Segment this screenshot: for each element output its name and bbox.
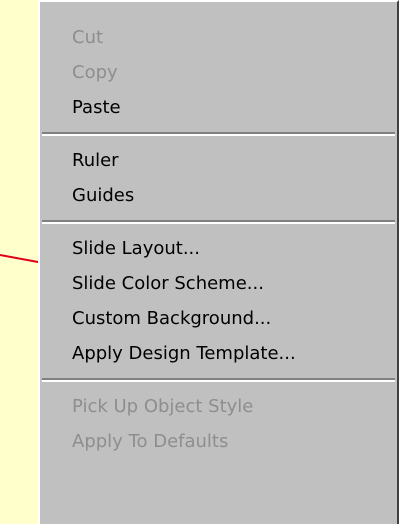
menu-item-slide-layout[interactable]: Slide Layout... (40, 231, 397, 266)
menu-separator (42, 220, 395, 224)
menu-item-cut[interactable]: Cut (40, 20, 397, 55)
menu-separator (42, 132, 395, 136)
menu-item-slide-color-scheme[interactable]: Slide Color Scheme... (40, 266, 397, 301)
menu-item-paste[interactable]: Paste (40, 90, 397, 125)
menu-item-ruler[interactable]: Ruler (40, 143, 397, 178)
menu-item-guides[interactable]: Guides (40, 178, 397, 213)
context-menu: Cut Copy Paste Ruler Guides Slide Layout… (38, 0, 399, 524)
menu-item-apply-design-template[interactable]: Apply Design Template... (40, 336, 397, 371)
menu-item-apply-to-defaults[interactable]: Apply To Defaults (40, 424, 397, 459)
menu-separator (42, 378, 395, 382)
menu-item-custom-background[interactable]: Custom Background... (40, 301, 397, 336)
menu-item-pick-up-object-style[interactable]: Pick Up Object Style (40, 389, 397, 424)
slide-background: Cut Copy Paste Ruler Guides Slide Layout… (0, 0, 399, 524)
menu-item-copy[interactable]: Copy (40, 55, 397, 90)
